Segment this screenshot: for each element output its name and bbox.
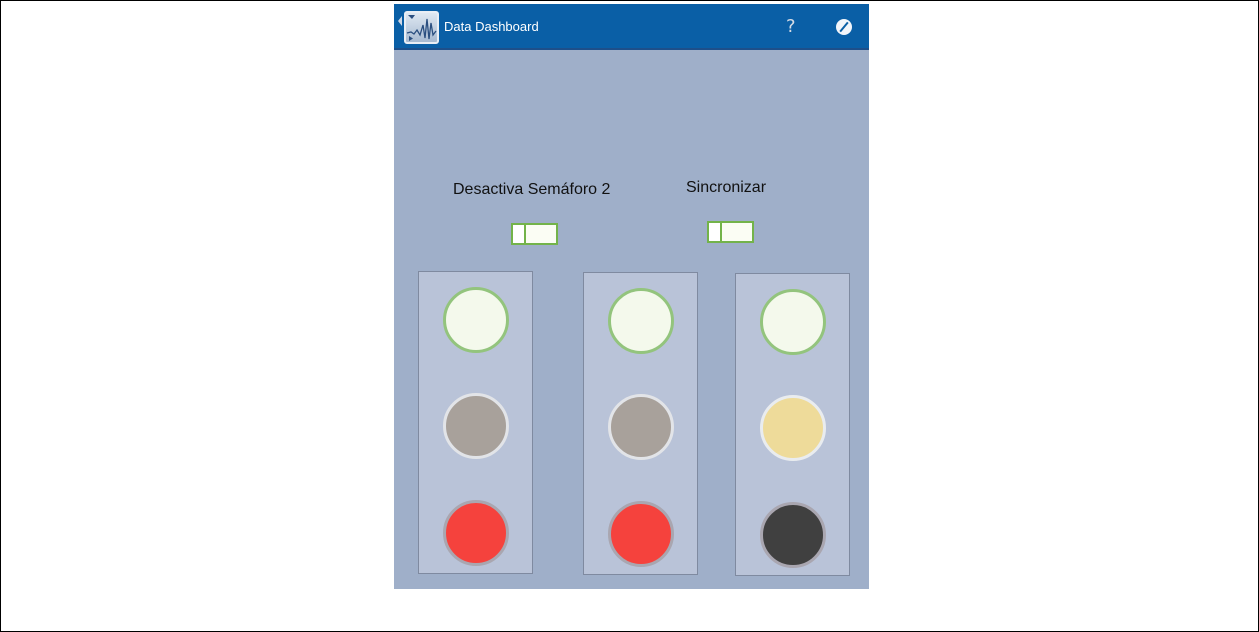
app-title: Data Dashboard <box>444 19 539 34</box>
traffic-light-1 <box>418 271 533 574</box>
light-bottom[interactable] <box>608 501 674 567</box>
toggle-knob <box>513 225 526 243</box>
sync-toggle[interactable] <box>707 221 754 243</box>
light-top[interactable] <box>443 287 509 353</box>
light-middle[interactable] <box>608 394 674 460</box>
light-top[interactable] <box>608 288 674 354</box>
light-bottom[interactable] <box>443 500 509 566</box>
back-arrow-icon[interactable] <box>398 16 402 26</box>
light-bottom[interactable] <box>760 502 826 568</box>
app-window: Data Dashboard ? Desactiva Semáforo 2 Si… <box>394 4 869 589</box>
screenshot-frame: Data Dashboard ? Desactiva Semáforo 2 Si… <box>0 0 1259 632</box>
sync-label: Sincronizar <box>686 179 767 196</box>
title-bar: Data Dashboard ? <box>394 4 869 50</box>
traffic-light-2 <box>583 272 698 575</box>
toggle-knob <box>709 223 722 241</box>
help-icon[interactable]: ? <box>786 16 796 37</box>
light-middle[interactable] <box>760 395 826 461</box>
disable-semaphore-label: Desactiva Semáforo 2 <box>453 181 611 198</box>
light-top[interactable] <box>760 289 826 355</box>
disable-semaphore-toggle[interactable] <box>511 223 558 245</box>
light-middle[interactable] <box>443 393 509 459</box>
traffic-light-3 <box>735 273 850 576</box>
edit-icon[interactable] <box>836 19 852 35</box>
app-logo-icon[interactable] <box>404 11 439 44</box>
